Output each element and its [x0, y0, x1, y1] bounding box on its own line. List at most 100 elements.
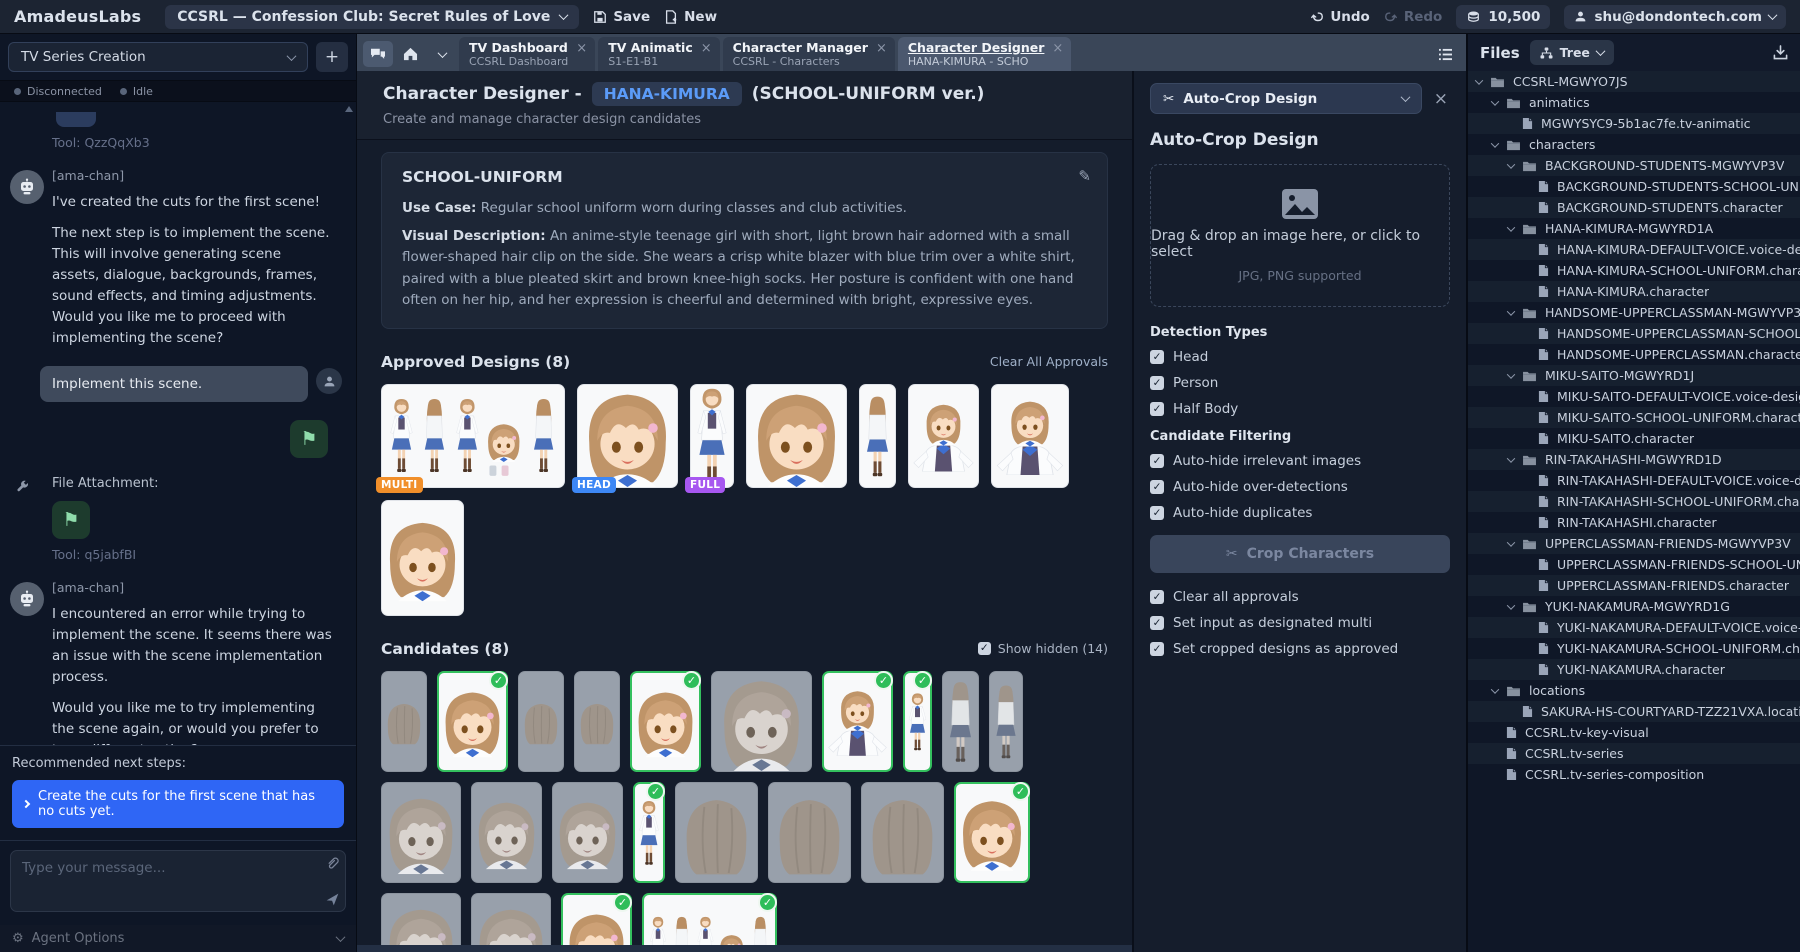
- tree-file-handsome-upperclassman-school-uniform-character-design[interactable]: HANDSOME-UPPERCLASSMAN-SCHOOL-UNIFORM.ch…: [1468, 323, 1800, 344]
- candidate-thumb[interactable]: [471, 782, 542, 883]
- crop-characters-button[interactable]: ✂ Crop Characters: [1150, 535, 1450, 573]
- user-menu[interactable]: shu@dondontech.com: [1564, 5, 1786, 29]
- tab-tv-animatic[interactable]: TV AnimaticS1-E1-B1×: [598, 37, 719, 71]
- tree-file-yuki-nakamura-character[interactable]: YUKI-NAKAMURA.character: [1468, 659, 1800, 680]
- tool-selector[interactable]: ✂ Auto-Crop Design: [1150, 83, 1422, 114]
- detection-option-half-body[interactable]: ✓Half Body: [1150, 401, 1450, 417]
- agent-options-bar[interactable]: ⚙ Agent Options: [0, 925, 356, 952]
- approved-design-thumb[interactable]: [991, 384, 1069, 488]
- tree-folder-handsome-upperclassman-mgwyvp3v[interactable]: HANDSOME-UPPERCLASSMAN-MGWYVP3V: [1468, 302, 1800, 323]
- tree-folder-background-students-mgwyvp3v[interactable]: BACKGROUND-STUDENTS-MGWYVP3V: [1468, 155, 1800, 176]
- candidate-thumb[interactable]: ✓: [903, 671, 932, 772]
- flag-attachment-tile[interactable]: ⚑: [290, 420, 328, 458]
- home-button[interactable]: [395, 41, 425, 67]
- image-dropzone[interactable]: Drag & drop an image here, or click to s…: [1150, 164, 1450, 307]
- tree-folder-upperclassman-friends-mgwyvp3v[interactable]: UPPERCLASSMAN-FRIENDS-MGWYVP3V: [1468, 533, 1800, 554]
- filtering-option-auto-hide-irrelevant-images[interactable]: ✓Auto-hide irrelevant images: [1150, 453, 1450, 469]
- character-name-pill[interactable]: HANA-KIMURA: [592, 82, 742, 106]
- add-workspace-button[interactable]: +: [316, 42, 348, 72]
- chevron-down-icon[interactable]: [1507, 160, 1515, 168]
- tree-file-background-students-character[interactable]: BACKGROUND-STUDENTS.character: [1468, 197, 1800, 218]
- tree-file-hana-kimura-default-voice-voice-design[interactable]: HANA-KIMURA-DEFAULT-VOICE.voice-design: [1468, 239, 1800, 260]
- tab-character-designer[interactable]: Character DesignerHANA-KIMURA - SCHOOL-.…: [898, 37, 1071, 71]
- chevron-down-icon[interactable]: [1507, 370, 1515, 378]
- chevron-down-icon[interactable]: [1507, 538, 1515, 546]
- attach-file-icon[interactable]: [325, 855, 340, 870]
- checkbox[interactable]: ✓: [1150, 454, 1164, 468]
- tree-file-rin-takahashi-default-voice-voice-design[interactable]: RIN-TAKAHASHI-DEFAULT-VOICE.voice-design: [1468, 470, 1800, 491]
- scroll-up-arrow[interactable]: [345, 106, 353, 112]
- post-option-clear-all-approvals[interactable]: ✓Clear all approvals: [1150, 589, 1450, 605]
- tab-overview-button[interactable]: [1430, 41, 1460, 67]
- chevron-down-icon[interactable]: [1475, 76, 1483, 84]
- tab-close-icon[interactable]: ×: [1052, 40, 1063, 55]
- candidate-thumb[interactable]: ✓: [642, 893, 777, 945]
- flag-attachment-tile[interactable]: ⚑: [52, 501, 90, 539]
- tree-folder-locations[interactable]: locations: [1468, 680, 1800, 701]
- project-selector[interactable]: CCSRL — Confession Club: Secret Rules of…: [165, 5, 579, 29]
- candidate-thumb[interactable]: [861, 782, 944, 883]
- candidate-thumb[interactable]: [471, 893, 551, 945]
- tree-file-miku-saito-school-uniform-character-design[interactable]: MIKU-SAITO-SCHOOL-UNIFORM.character-desi…: [1468, 407, 1800, 428]
- clipped-attachment[interactable]: [56, 112, 96, 127]
- tree-file-sakura-hs-courtyard-tzz21vxa-location[interactable]: SAKURA-HS-COURTYARD-TZZ21VXA.location: [1468, 701, 1800, 722]
- filtering-option-auto-hide-duplicates[interactable]: ✓Auto-hide duplicates: [1150, 505, 1450, 521]
- chevron-down-icon[interactable]: [1491, 139, 1499, 147]
- candidate-thumb[interactable]: [711, 671, 812, 772]
- clear-all-approvals-button[interactable]: Clear All Approvals: [990, 354, 1108, 369]
- chevron-down-icon[interactable]: [1491, 685, 1499, 693]
- candidate-thumb[interactable]: ✓: [630, 671, 701, 772]
- candidate-thumb[interactable]: ✓: [822, 671, 893, 772]
- candidate-thumb[interactable]: [518, 671, 564, 772]
- tree-file-hana-kimura-character[interactable]: HANA-KIMURA.character: [1468, 281, 1800, 302]
- credits-counter[interactable]: 10,500: [1456, 5, 1550, 29]
- approved-design-thumb[interactable]: [908, 384, 979, 488]
- tree-file-hana-kimura-school-uniform-character-design[interactable]: HANA-KIMURA-SCHOOL-UNIFORM.character-des…: [1468, 260, 1800, 281]
- tree-file-rin-takahashi-school-uniform-character-design[interactable]: RIN-TAKAHASHI-SCHOOL-UNIFORM.character-d…: [1468, 491, 1800, 512]
- save-button[interactable]: Save: [593, 9, 650, 25]
- tree-file-mgwysyc9-5b1ac7fe-tv-animatic[interactable]: MGWYSYC9-5b1ac7fe.tv-animatic: [1468, 113, 1800, 134]
- chevron-down-icon[interactable]: [1507, 601, 1515, 609]
- tree-folder-hana-kimura-mgwyrd1a[interactable]: HANA-KIMURA-MGWYRD1A: [1468, 218, 1800, 239]
- download-icon[interactable]: [1773, 45, 1788, 60]
- approved-design-thumb[interactable]: [746, 384, 847, 488]
- tree-file-rin-takahashi-character[interactable]: RIN-TAKAHASHI.character: [1468, 512, 1800, 533]
- candidate-thumb[interactable]: ✓: [437, 671, 508, 772]
- chevron-down-icon[interactable]: [1507, 223, 1515, 231]
- approved-design-thumb[interactable]: HEAD: [577, 384, 678, 488]
- candidate-thumb[interactable]: [381, 893, 461, 945]
- tree-file-ccsrl-tv-series-composition[interactable]: CCSRL.tv-series-composition: [1468, 764, 1800, 785]
- tree-folder-miku-saito-mgwyrd1j[interactable]: MIKU-SAITO-MGWYRD1J: [1468, 365, 1800, 386]
- candidate-thumb[interactable]: [381, 782, 461, 883]
- close-panel-icon[interactable]: ×: [1432, 89, 1450, 109]
- main-horizontal-scrollbar[interactable]: [357, 945, 1132, 952]
- candidate-thumb[interactable]: ✓: [633, 782, 665, 883]
- filtering-option-auto-hide-over-detections[interactable]: ✓Auto-hide over-detections: [1150, 479, 1450, 495]
- tree-file-upperclassman-friends-school-uniform-character-design[interactable]: UPPERCLASSMAN-FRIENDS-SCHOOL-UNIFORM.cha…: [1468, 554, 1800, 575]
- tab-list-chevron[interactable]: [427, 41, 457, 67]
- candidate-thumb[interactable]: [552, 782, 623, 883]
- workspace-selector[interactable]: TV Series Creation: [8, 42, 308, 72]
- candidate-thumb[interactable]: [675, 782, 758, 883]
- show-hidden-checkbox[interactable]: ✓: [978, 642, 991, 655]
- tab-character-manager[interactable]: Character ManagerCCSRL - Characters×: [723, 37, 895, 71]
- approved-design-thumb[interactable]: MULTI: [381, 384, 565, 488]
- tab-close-icon[interactable]: ×: [876, 40, 887, 55]
- tree-file-yuki-nakamura-default-voice-voice-design[interactable]: YUKI-NAKAMURA-DEFAULT-VOICE.voice-design: [1468, 617, 1800, 638]
- checkbox[interactable]: ✓: [1150, 480, 1164, 494]
- undo-button[interactable]: Undo: [1310, 9, 1370, 25]
- tree-file-ccsrl-tv-key-visual[interactable]: CCSRL.tv-key-visual: [1468, 722, 1800, 743]
- tab-close-icon[interactable]: ×: [701, 40, 712, 55]
- chevron-down-icon[interactable]: [1507, 307, 1515, 315]
- chat-toggle-button[interactable]: [363, 41, 393, 67]
- candidate-thumb[interactable]: ✓: [954, 782, 1030, 883]
- chevron-down-icon[interactable]: [1507, 454, 1515, 462]
- tree-file-background-students-school-uniform-character-design[interactable]: BACKGROUND-STUDENTS-SCHOOL-UNIFORM.chara…: [1468, 176, 1800, 197]
- view-mode-selector[interactable]: Tree: [1530, 40, 1614, 65]
- checkbox[interactable]: ✓: [1150, 590, 1164, 604]
- checkbox[interactable]: ✓: [1150, 506, 1164, 520]
- detection-option-person[interactable]: ✓Person: [1150, 375, 1450, 391]
- tree-folder-characters[interactable]: characters: [1468, 134, 1800, 155]
- tree-folder-yuki-nakamura-mgwyrd1g[interactable]: YUKI-NAKAMURA-MGWYRD1G: [1468, 596, 1800, 617]
- checkbox[interactable]: ✓: [1150, 642, 1164, 656]
